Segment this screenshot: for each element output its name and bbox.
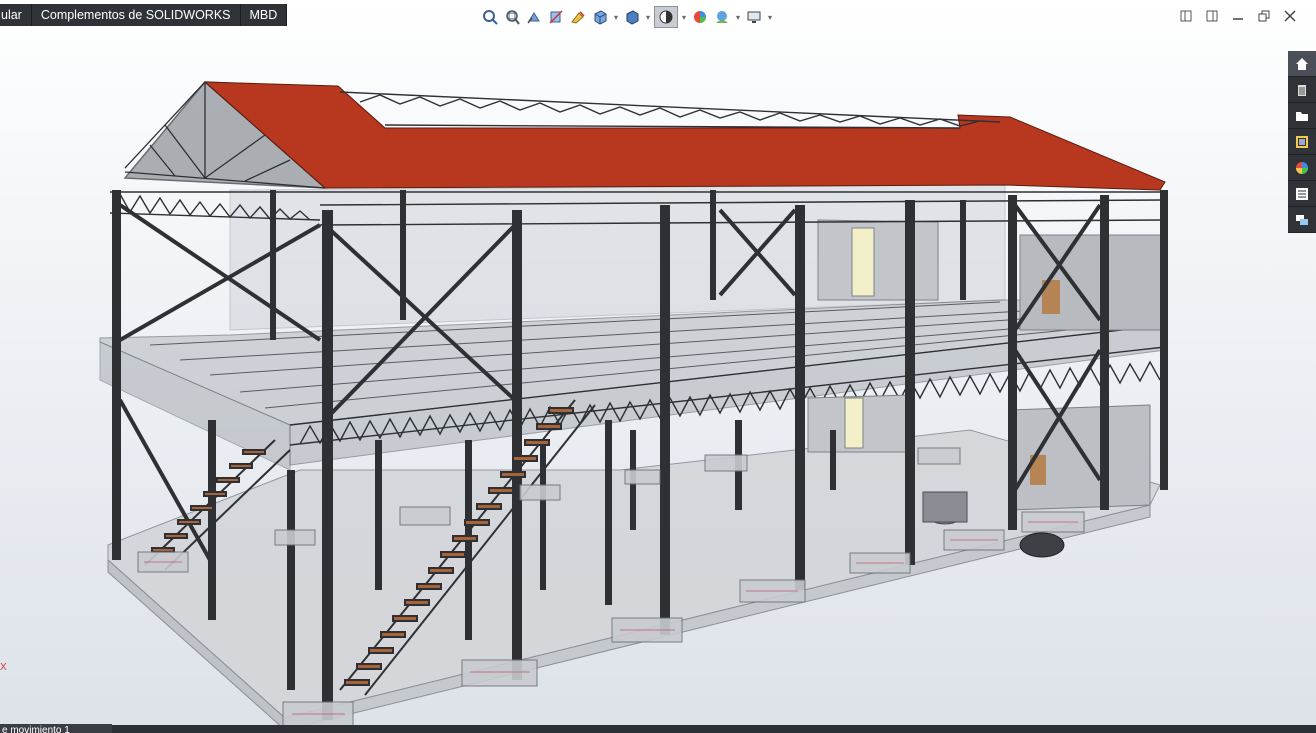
command-manager-tabs: ular Complementos de SOLIDWORKS MBD [0,4,288,26]
apply-scene-icon[interactable] [712,7,732,27]
restore-icon[interactable] [1256,8,1272,24]
resources-icon[interactable] [1288,77,1316,103]
previous-view-icon[interactable] [524,7,544,27]
edit-appearance-icon[interactable] [690,7,710,27]
room-upper [1019,234,1166,331]
roof-panel [203,81,1166,191]
tile-right-icon[interactable] [1204,8,1220,24]
chevron-down-icon[interactable]: ▾ [734,13,742,22]
water-tank-2 [1019,532,1065,558]
dynamic-annotation-icon[interactable] [568,7,588,27]
zoom-to-fit-icon[interactable] [480,7,500,27]
graphics-area[interactable]: ular Complementos de SOLIDWORKS MBD ▾ ▾ [0,0,1316,733]
file-explorer-icon[interactable] [1288,103,1316,129]
view-settings-icon[interactable] [744,7,764,27]
roof-skylight-truss [339,91,1001,129]
zoom-to-area-icon[interactable] [502,7,522,27]
hide-show-icon[interactable] [654,6,678,28]
axis-triad: X [0,662,7,673]
view-orientation-icon[interactable] [590,7,610,27]
building-3d-model[interactable] [0,0,1316,733]
task-pane [1288,51,1316,233]
chevron-down-icon[interactable]: ▾ [766,13,774,22]
chevron-down-icon[interactable]: ▾ [644,13,652,22]
triad-x-label: X [0,662,7,673]
door-lower [844,397,864,449]
tile-left-icon[interactable] [1178,8,1194,24]
heads-up-view-toolbar: ▾ ▾ ▾ ▾ ▾ [480,6,774,28]
chevron-down-icon[interactable]: ▾ [680,13,688,22]
appearances-icon[interactable] [1288,155,1316,181]
display-style-icon[interactable] [622,7,642,27]
window-controls [1178,8,1298,24]
home-icon[interactable] [1288,51,1316,77]
tab-modular[interactable]: ular [0,4,32,26]
custom-properties-icon[interactable] [1288,181,1316,207]
tab-mbd[interactable]: MBD [240,4,288,26]
door-upper [851,227,875,297]
section-view-icon[interactable] [546,7,566,27]
tab-solidworks-addins[interactable]: Complementos de SOLIDWORKS [31,4,241,26]
forum-icon[interactable] [1288,207,1316,233]
close-icon[interactable] [1282,8,1298,24]
room-back-upper [817,219,939,301]
view-palette-icon[interactable] [1288,129,1316,155]
minimize-icon[interactable] [1230,8,1246,24]
chevron-down-icon[interactable]: ▾ [612,13,620,22]
motion-study-tab[interactable]: e movimiento 1 [0,724,112,733]
status-bar [0,725,1316,733]
